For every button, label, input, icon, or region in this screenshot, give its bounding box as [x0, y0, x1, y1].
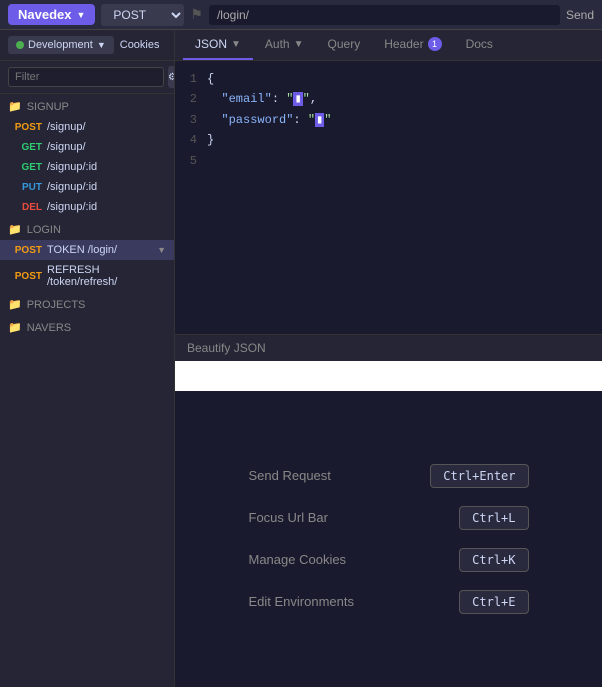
response-area — [175, 361, 602, 391]
tab-json-chevron: ▼ — [231, 39, 241, 50]
section-navers: 📁 NAVERS — [0, 315, 174, 338]
nav-item-path: REFRESH /token/refresh/ — [47, 264, 166, 288]
tab-header-badge: 1 — [428, 37, 442, 51]
tab-docs[interactable]: Docs — [454, 30, 505, 60]
editor-line-1: 1 { — [183, 69, 594, 89]
method-badge-get: GET — [14, 142, 42, 153]
tab-header[interactable]: Header 1 — [372, 30, 453, 60]
shortcut-key-focus-url: Ctrl+L — [459, 506, 528, 530]
nav-item-post-signup[interactable]: POST /signup/ — [0, 117, 174, 137]
shortcut-row-focus-url: Focus Url Bar Ctrl+L — [249, 506, 529, 530]
section-label-login: LOGIN — [27, 224, 61, 236]
folder-icon: 📁 — [8, 100, 22, 113]
shortcuts-overlay: Send Request Ctrl+Enter Focus Url Bar Ct… — [175, 391, 602, 687]
nav-item-path: /signup/ — [47, 141, 86, 153]
method-badge-post: POST — [14, 245, 42, 256]
nav-item-get-signup[interactable]: GET /signup/ — [0, 137, 174, 157]
nav-item-path: TOKEN /login/ — [47, 244, 117, 256]
nav-item-del-signup-id[interactable]: DEL /signup/:id — [0, 197, 174, 217]
shortcut-label-send: Send Request — [249, 468, 331, 483]
shortcut-row-cookies: Manage Cookies Ctrl+K — [249, 548, 529, 572]
app-title[interactable]: Navedex ▼ — [8, 4, 95, 25]
top-bar: Navedex ▼ POST GET PUT DELETE ⚑ Send — [0, 0, 602, 30]
editor-line-3: 3 "password": "▮" — [183, 110, 594, 130]
shortcut-row-send: Send Request Ctrl+Enter — [249, 464, 529, 488]
section-header-signup[interactable]: 📁 SIGNUP — [0, 94, 174, 117]
editor-line-4: 4 } — [183, 130, 594, 150]
section-signup: 📁 SIGNUP POST /signup/ GET /signup/ GET … — [0, 94, 174, 217]
content-area: JSON ▼ Auth ▼ Query Header 1 Docs 1 { — [175, 30, 602, 687]
nav-item-post-token-refresh[interactable]: POST REFRESH /token/refresh/ — [0, 260, 174, 292]
method-badge-get: GET — [14, 162, 42, 173]
tab-query-label: Query — [328, 37, 361, 51]
tab-docs-label: Docs — [466, 37, 493, 51]
method-badge-put: PUT — [14, 182, 42, 193]
nav-item-path: /signup/ — [47, 121, 86, 133]
section-header-navers[interactable]: 📁 NAVERS — [0, 315, 174, 338]
env-label: Development — [28, 39, 93, 51]
method-select[interactable]: POST GET PUT DELETE — [101, 4, 184, 26]
nav-item-post-token-login[interactable]: POST TOKEN /login/ ▼ — [0, 240, 174, 260]
shortcut-label-cookies: Manage Cookies — [249, 552, 347, 567]
app-title-text: Navedex — [18, 7, 71, 22]
environment-button[interactable]: Development ▼ — [8, 36, 114, 54]
section-projects: 📁 PROJECTS — [0, 292, 174, 315]
shortcut-row-environments: Edit Environments Ctrl+E — [249, 590, 529, 614]
method-badge-del: DEL — [14, 202, 42, 213]
method-badge-post: POST — [14, 271, 42, 282]
tab-json-label: JSON — [195, 37, 227, 51]
shortcut-label-environments: Edit Environments — [249, 594, 355, 609]
tab-query[interactable]: Query — [316, 30, 373, 60]
bottom-bar: Beautify JSON — [175, 334, 602, 361]
nav-item-path: /signup/:id — [47, 181, 97, 193]
section-header-projects[interactable]: 📁 PROJECTS — [0, 292, 174, 315]
tabs-bar: JSON ▼ Auth ▼ Query Header 1 Docs — [175, 30, 602, 61]
filter-row: ⚙ — [0, 61, 174, 94]
nav-item-path: /signup/:id — [47, 201, 97, 213]
section-label-navers: NAVERS — [27, 322, 71, 334]
editor-area[interactable]: 1 { 2 "email": "▮", 3 "password": "▮" 4 … — [175, 61, 602, 334]
beautify-button[interactable]: Beautify JSON — [187, 341, 266, 355]
tab-auth-label: Auth — [265, 37, 290, 51]
tab-header-label: Header — [384, 37, 423, 51]
env-chevron-icon: ▼ — [97, 40, 106, 50]
method-badge-post: POST — [14, 122, 42, 133]
shortcut-key-send: Ctrl+Enter — [430, 464, 528, 488]
sidebar: Development ▼ Cookies ⚙ 📁 SIGNUP POST /s… — [0, 30, 175, 687]
main-layout: Development ▼ Cookies ⚙ 📁 SIGNUP POST /s… — [0, 30, 602, 687]
shortcut-label-focus-url: Focus Url Bar — [249, 510, 328, 525]
folder-icon: 📁 — [8, 298, 22, 311]
divider-icon: ⚑ — [190, 6, 203, 23]
shortcut-key-cookies: Ctrl+K — [459, 548, 528, 572]
chevron-down-icon: ▼ — [157, 245, 166, 255]
env-status-dot — [16, 41, 24, 49]
section-login: 📁 LOGIN POST TOKEN /login/ ▼ POST REFRES… — [0, 217, 174, 292]
folder-icon: 📁 — [8, 223, 22, 236]
chevron-down-icon: ▼ — [76, 10, 85, 20]
section-label-signup: SIGNUP — [27, 101, 69, 113]
nav-item-path: /signup/:id — [47, 161, 97, 173]
nav-item-put-signup-id[interactable]: PUT /signup/:id — [0, 177, 174, 197]
filter-settings-button[interactable]: ⚙ — [168, 66, 175, 88]
tab-auth-chevron: ▼ — [294, 39, 304, 50]
sidebar-top: Development ▼ Cookies — [0, 30, 174, 61]
editor-line-5: 5 — [183, 151, 594, 171]
tab-json[interactable]: JSON ▼ — [183, 30, 253, 60]
section-label-projects: PROJECTS — [27, 299, 86, 311]
url-input[interactable] — [209, 5, 560, 25]
tab-auth[interactable]: Auth ▼ — [253, 30, 316, 60]
filter-input[interactable] — [8, 67, 164, 87]
send-button[interactable]: Send — [566, 8, 594, 22]
shortcut-key-environments: Ctrl+E — [459, 590, 528, 614]
cookies-button[interactable]: Cookies — [120, 39, 160, 51]
section-header-login[interactable]: 📁 LOGIN — [0, 217, 174, 240]
folder-icon: 📁 — [8, 321, 22, 334]
editor-line-2: 2 "email": "▮", — [183, 89, 594, 109]
nav-item-get-signup-id[interactable]: GET /signup/:id — [0, 157, 174, 177]
